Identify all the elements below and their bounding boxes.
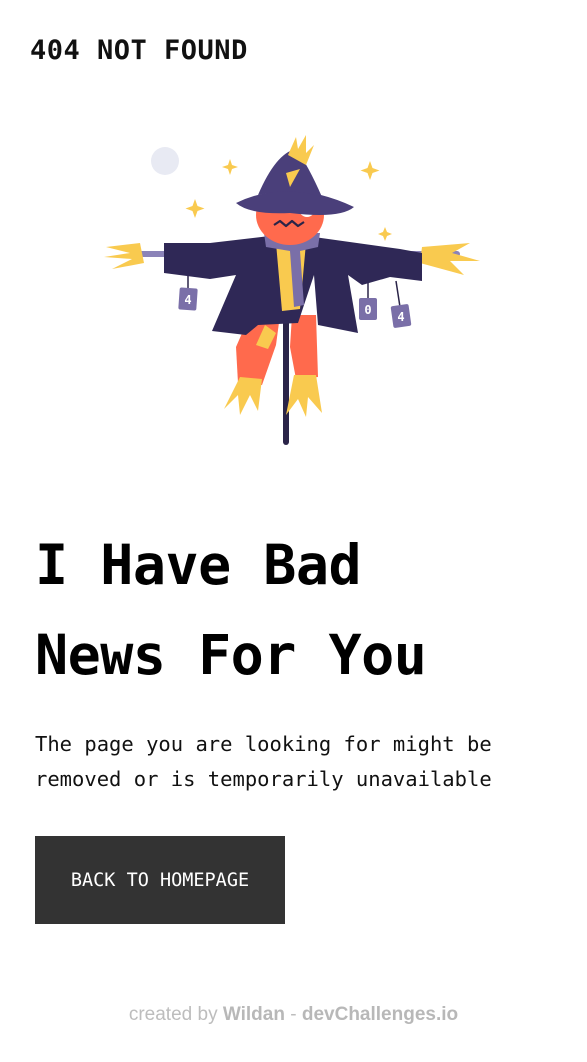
can-label-2: 0 [364, 303, 371, 317]
can-label-1: 4 [184, 293, 191, 307]
moon-shape [151, 147, 179, 175]
brand-logo[interactable]: 404 NOT FOUND [30, 34, 248, 68]
can-label-3: 4 [397, 310, 404, 324]
footer-prefix: created by [128, 1004, 218, 1025]
message-line-2: removed or is temporarily unavailable [35, 767, 492, 791]
footer-site-link[interactable]: devChallenges.io [302, 1004, 458, 1025]
page-headline: I Have Bad News For You [35, 520, 575, 700]
back-to-homepage-button[interactable]: BACK TO HOMEPAGE [35, 836, 285, 924]
message-line-1: The page you are looking for might be [35, 732, 492, 756]
footer-credit: created by Wildan - devChallenges.io [0, 1000, 587, 1030]
footer-separator: - [290, 1004, 297, 1025]
error-message: The page you are looking for might be re… [35, 727, 575, 797]
headline-line-1: I Have Bad [35, 533, 362, 597]
footer-author[interactable]: Wildan [223, 1004, 285, 1025]
headline-line-2: News For You [35, 623, 427, 687]
scarecrow-illustration: 4 0 4 [100, 125, 490, 455]
